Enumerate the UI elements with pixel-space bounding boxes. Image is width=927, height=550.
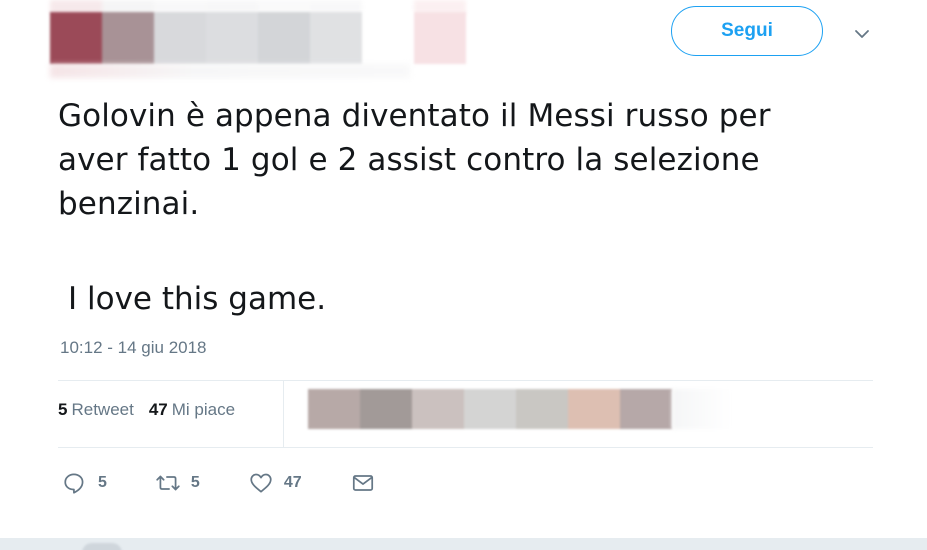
liker-avatar xyxy=(620,389,672,429)
liker-avatar xyxy=(516,389,568,429)
censored-liker-avatars xyxy=(308,389,672,429)
censored-pixel xyxy=(414,12,466,64)
bottom-bar-avatar-edge xyxy=(82,543,122,550)
tweet-card: Segui Golovin è appena diventato il Mess… xyxy=(0,0,927,550)
censored-pixel xyxy=(362,12,414,64)
follow-button[interactable]: Segui xyxy=(671,6,823,56)
retweets-label: Retweet xyxy=(71,400,134,419)
likes-label: Mi piace xyxy=(171,400,236,419)
direct-message-button[interactable] xyxy=(350,470,376,496)
censored-pixel xyxy=(310,12,362,64)
liker-avatar xyxy=(360,389,412,429)
tweet-text-line-2: I love this game. xyxy=(68,281,327,317)
tweet-actions: 5 5 47 xyxy=(62,470,424,496)
divider-bottom xyxy=(58,447,873,448)
retweet-icon xyxy=(156,475,180,491)
chevron-down-icon[interactable] xyxy=(852,24,872,44)
like-count: 47 xyxy=(283,474,302,491)
censored-name-shadow xyxy=(50,64,410,78)
like-button[interactable]: 47 xyxy=(248,470,302,496)
reply-icon xyxy=(64,473,84,494)
retweets-stat[interactable]: 5 Retweet xyxy=(58,400,134,420)
divider-top xyxy=(58,380,873,381)
liker-avatar xyxy=(568,389,620,429)
tweet-stats: 5 Retweet 47 Mi piace xyxy=(58,400,250,420)
heart-icon xyxy=(250,473,272,493)
censored-pixel xyxy=(258,12,310,64)
retweet-button[interactable]: 5 xyxy=(155,470,200,496)
envelope-icon xyxy=(352,475,373,491)
reply-count: 5 xyxy=(98,474,107,491)
censored-pixel xyxy=(50,12,102,64)
stats-separator xyxy=(283,380,284,448)
reply-button[interactable]: 5 xyxy=(62,470,107,496)
liker-avatar xyxy=(464,389,516,429)
liker-avatar xyxy=(308,389,360,429)
liker-avatar xyxy=(412,389,464,429)
retweet-count: 5 xyxy=(190,474,200,491)
bottom-bar xyxy=(0,538,927,550)
censored-pixel xyxy=(102,12,154,64)
censored-pixel xyxy=(154,12,206,64)
follow-button-label: Segui xyxy=(721,20,773,41)
retweets-count: 5 xyxy=(58,400,68,419)
likes-stat[interactable]: 47 Mi piace xyxy=(149,400,235,420)
tweet-timestamp[interactable]: 10:12 - 14 giu 2018 xyxy=(60,338,207,358)
censored-author-name xyxy=(50,12,466,64)
likes-count: 47 xyxy=(148,400,168,419)
liker-avatars-fade xyxy=(672,389,732,429)
tweet-text: Golovin è appena diventato il Messi russ… xyxy=(58,98,771,222)
censored-pixel xyxy=(206,12,258,64)
